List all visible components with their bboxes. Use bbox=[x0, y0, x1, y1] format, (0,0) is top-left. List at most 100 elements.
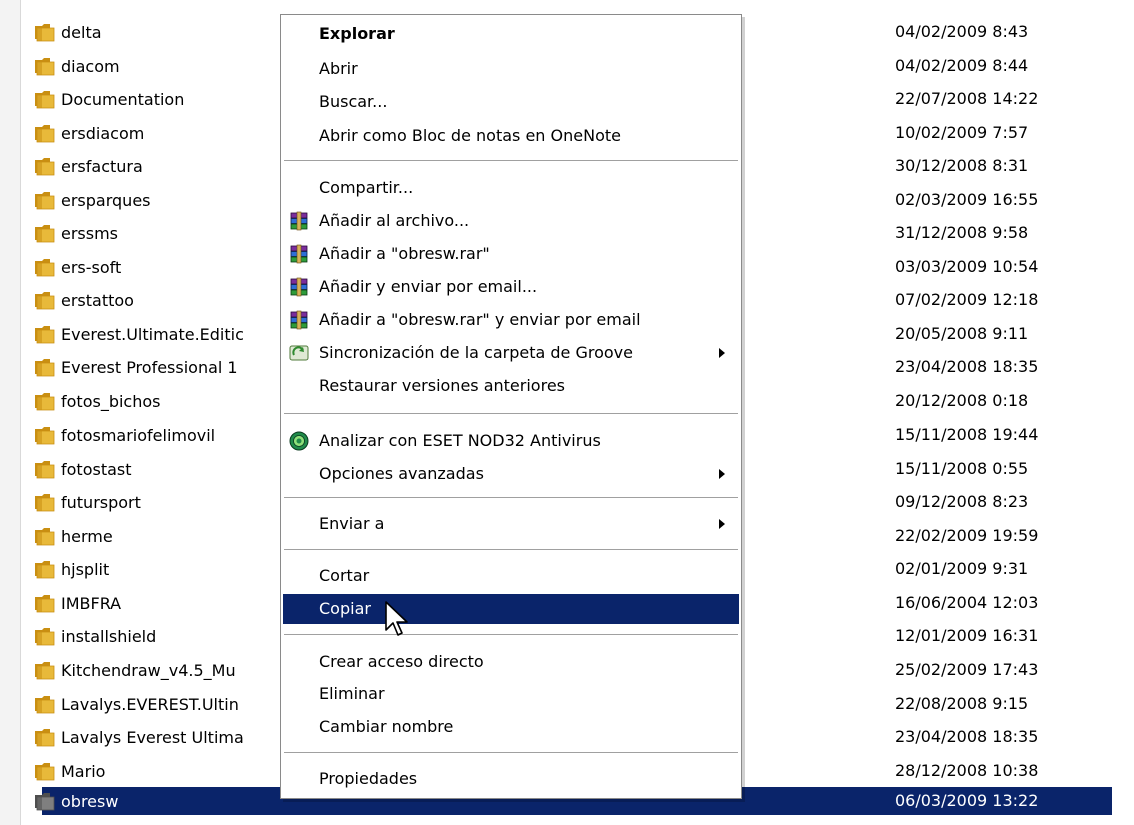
file-name: Kitchendraw_v4.5_Mu bbox=[61, 660, 236, 680]
file-date: 23/04/2008 18:35 bbox=[895, 727, 1039, 746]
menu-item-groove-sync[interactable]: Sincronización de la carpeta de Groove bbox=[283, 338, 739, 368]
menu-separator bbox=[284, 634, 738, 636]
window-left-border bbox=[0, 0, 21, 825]
winrar-icon bbox=[289, 244, 309, 264]
menu-item-buscar[interactable]: Buscar... bbox=[283, 87, 739, 117]
file-name: erssms bbox=[61, 223, 119, 243]
file-date: 30/12/2008 8:31 bbox=[895, 156, 1029, 175]
eset-nod32-icon bbox=[289, 431, 309, 451]
folder-icon bbox=[34, 694, 56, 714]
file-name: fotostast bbox=[61, 459, 132, 479]
menu-item-compartir[interactable]: Compartir... bbox=[283, 173, 739, 203]
menu-item-crear-acceso-directo[interactable]: Crear acceso directo bbox=[283, 647, 739, 677]
winrar-icon bbox=[289, 211, 309, 231]
menu-separator bbox=[284, 549, 738, 551]
file-date: 06/03/2009 13:22 bbox=[895, 791, 1039, 810]
menu-item-opciones-avanzadas[interactable]: Opciones avanzadas bbox=[283, 459, 739, 489]
file-date: 23/04/2008 18:35 bbox=[895, 357, 1039, 376]
file-name: ers-soft bbox=[61, 257, 122, 277]
file-name: fotos_bichos bbox=[61, 391, 161, 411]
folder-icon bbox=[34, 626, 56, 646]
folder-icon bbox=[34, 123, 56, 143]
folder-icon bbox=[34, 526, 56, 546]
menu-separator bbox=[284, 413, 738, 415]
file-name: obresw bbox=[61, 791, 119, 811]
winrar-icon bbox=[289, 277, 309, 297]
folder-icon bbox=[34, 761, 56, 781]
folder-icon bbox=[34, 156, 56, 176]
file-date: 04/02/2009 8:44 bbox=[895, 56, 1029, 75]
menu-item-anadir-rar[interactable]: Añadir a "obresw.rar" bbox=[283, 239, 739, 269]
folder-icon bbox=[34, 391, 56, 411]
file-name: Documentation bbox=[61, 89, 185, 109]
menu-separator bbox=[284, 752, 738, 754]
winrar-icon bbox=[289, 310, 309, 330]
file-name: Lavalys.EVEREST.Ultin bbox=[61, 694, 239, 714]
menu-item-explorar[interactable]: Explorar bbox=[283, 19, 739, 49]
menu-item-propiedades[interactable]: Propiedades bbox=[283, 764, 739, 794]
folder-icon bbox=[34, 660, 56, 680]
menu-item-eliminar[interactable]: Eliminar bbox=[283, 679, 739, 709]
menu-item-enviar-a[interactable]: Enviar a bbox=[283, 509, 739, 539]
mouse-pointer-icon bbox=[385, 601, 408, 636]
folder-icon bbox=[34, 324, 56, 344]
menu-item-anadir-email[interactable]: Añadir y enviar por email... bbox=[283, 272, 739, 302]
folder-icon bbox=[34, 459, 56, 479]
file-name: diacom bbox=[61, 56, 120, 76]
file-date: 20/12/2008 0:18 bbox=[895, 391, 1029, 410]
submenu-arrow-icon bbox=[719, 519, 725, 529]
file-name: delta bbox=[61, 22, 102, 42]
file-date: 02/03/2009 16:55 bbox=[895, 190, 1039, 209]
menu-separator bbox=[284, 497, 738, 499]
file-name: herme bbox=[61, 526, 113, 546]
menu-item-abrir[interactable]: Abrir bbox=[283, 54, 739, 84]
file-date: 28/12/2008 10:38 bbox=[895, 761, 1039, 780]
menu-item-restaurar-versiones[interactable]: Restaurar versiones anteriores bbox=[283, 371, 739, 401]
menu-item-cambiar-nombre[interactable]: Cambiar nombre bbox=[283, 712, 739, 742]
file-date: 22/07/2008 14:22 bbox=[895, 89, 1039, 108]
file-name: erstattoo bbox=[61, 290, 134, 310]
submenu-arrow-icon bbox=[719, 469, 725, 479]
file-date: 31/12/2008 9:58 bbox=[895, 223, 1029, 242]
file-date: 15/11/2008 0:55 bbox=[895, 459, 1029, 478]
menu-item-anadir-archivo[interactable]: Añadir al archivo... bbox=[283, 206, 739, 236]
menu-item-cortar[interactable]: Cortar bbox=[283, 561, 739, 591]
folder-icon bbox=[34, 791, 56, 811]
file-name: ersdiacom bbox=[61, 123, 145, 143]
menu-separator bbox=[284, 160, 738, 162]
file-date: 20/05/2008 9:11 bbox=[895, 324, 1029, 343]
file-date: 10/02/2009 7:57 bbox=[895, 123, 1029, 142]
menu-item-anadir-rar-email[interactable]: Añadir a "obresw.rar" y enviar por email bbox=[283, 305, 739, 335]
file-name: Mario bbox=[61, 761, 106, 781]
submenu-arrow-icon bbox=[719, 348, 725, 358]
file-date: 07/02/2009 12:18 bbox=[895, 290, 1039, 309]
menu-item-eset-nod32[interactable]: Analizar con ESET NOD32 Antivirus bbox=[283, 426, 739, 456]
file-date: 22/02/2009 19:59 bbox=[895, 526, 1039, 545]
file-date: 12/01/2009 16:31 bbox=[895, 626, 1039, 645]
folder-icon bbox=[34, 22, 56, 42]
folder-icon bbox=[34, 223, 56, 243]
file-date: 09/12/2008 8:23 bbox=[895, 492, 1029, 511]
groove-icon bbox=[289, 343, 309, 363]
folder-icon bbox=[34, 257, 56, 277]
folder-icon bbox=[34, 593, 56, 613]
file-name: installshield bbox=[61, 626, 157, 646]
file-date: 02/01/2009 9:31 bbox=[895, 559, 1029, 578]
menu-item-copiar[interactable]: Copiar bbox=[283, 594, 739, 624]
explorer-window: delta 04/02/2009 8:43 diacom 04/02/2009 … bbox=[0, 0, 1134, 825]
folder-icon bbox=[34, 492, 56, 512]
file-name: ersfactura bbox=[61, 156, 143, 176]
folder-icon bbox=[34, 56, 56, 76]
file-date: 03/03/2009 10:54 bbox=[895, 257, 1039, 276]
context-menu: Explorar Abrir Buscar... Abrir como Bloc… bbox=[280, 14, 742, 799]
menu-item-abrir-onenote[interactable]: Abrir como Bloc de notas en OneNote bbox=[283, 121, 739, 151]
file-name: ersparques bbox=[61, 190, 151, 210]
folder-icon bbox=[34, 190, 56, 210]
folder-icon bbox=[34, 727, 56, 747]
folder-icon bbox=[34, 357, 56, 377]
folder-icon bbox=[34, 290, 56, 310]
file-date: 04/02/2009 8:43 bbox=[895, 22, 1029, 41]
file-name: Everest Professional 1 bbox=[61, 357, 238, 377]
file-name: IMBFRA bbox=[61, 593, 122, 613]
file-date: 25/02/2009 17:43 bbox=[895, 660, 1039, 679]
